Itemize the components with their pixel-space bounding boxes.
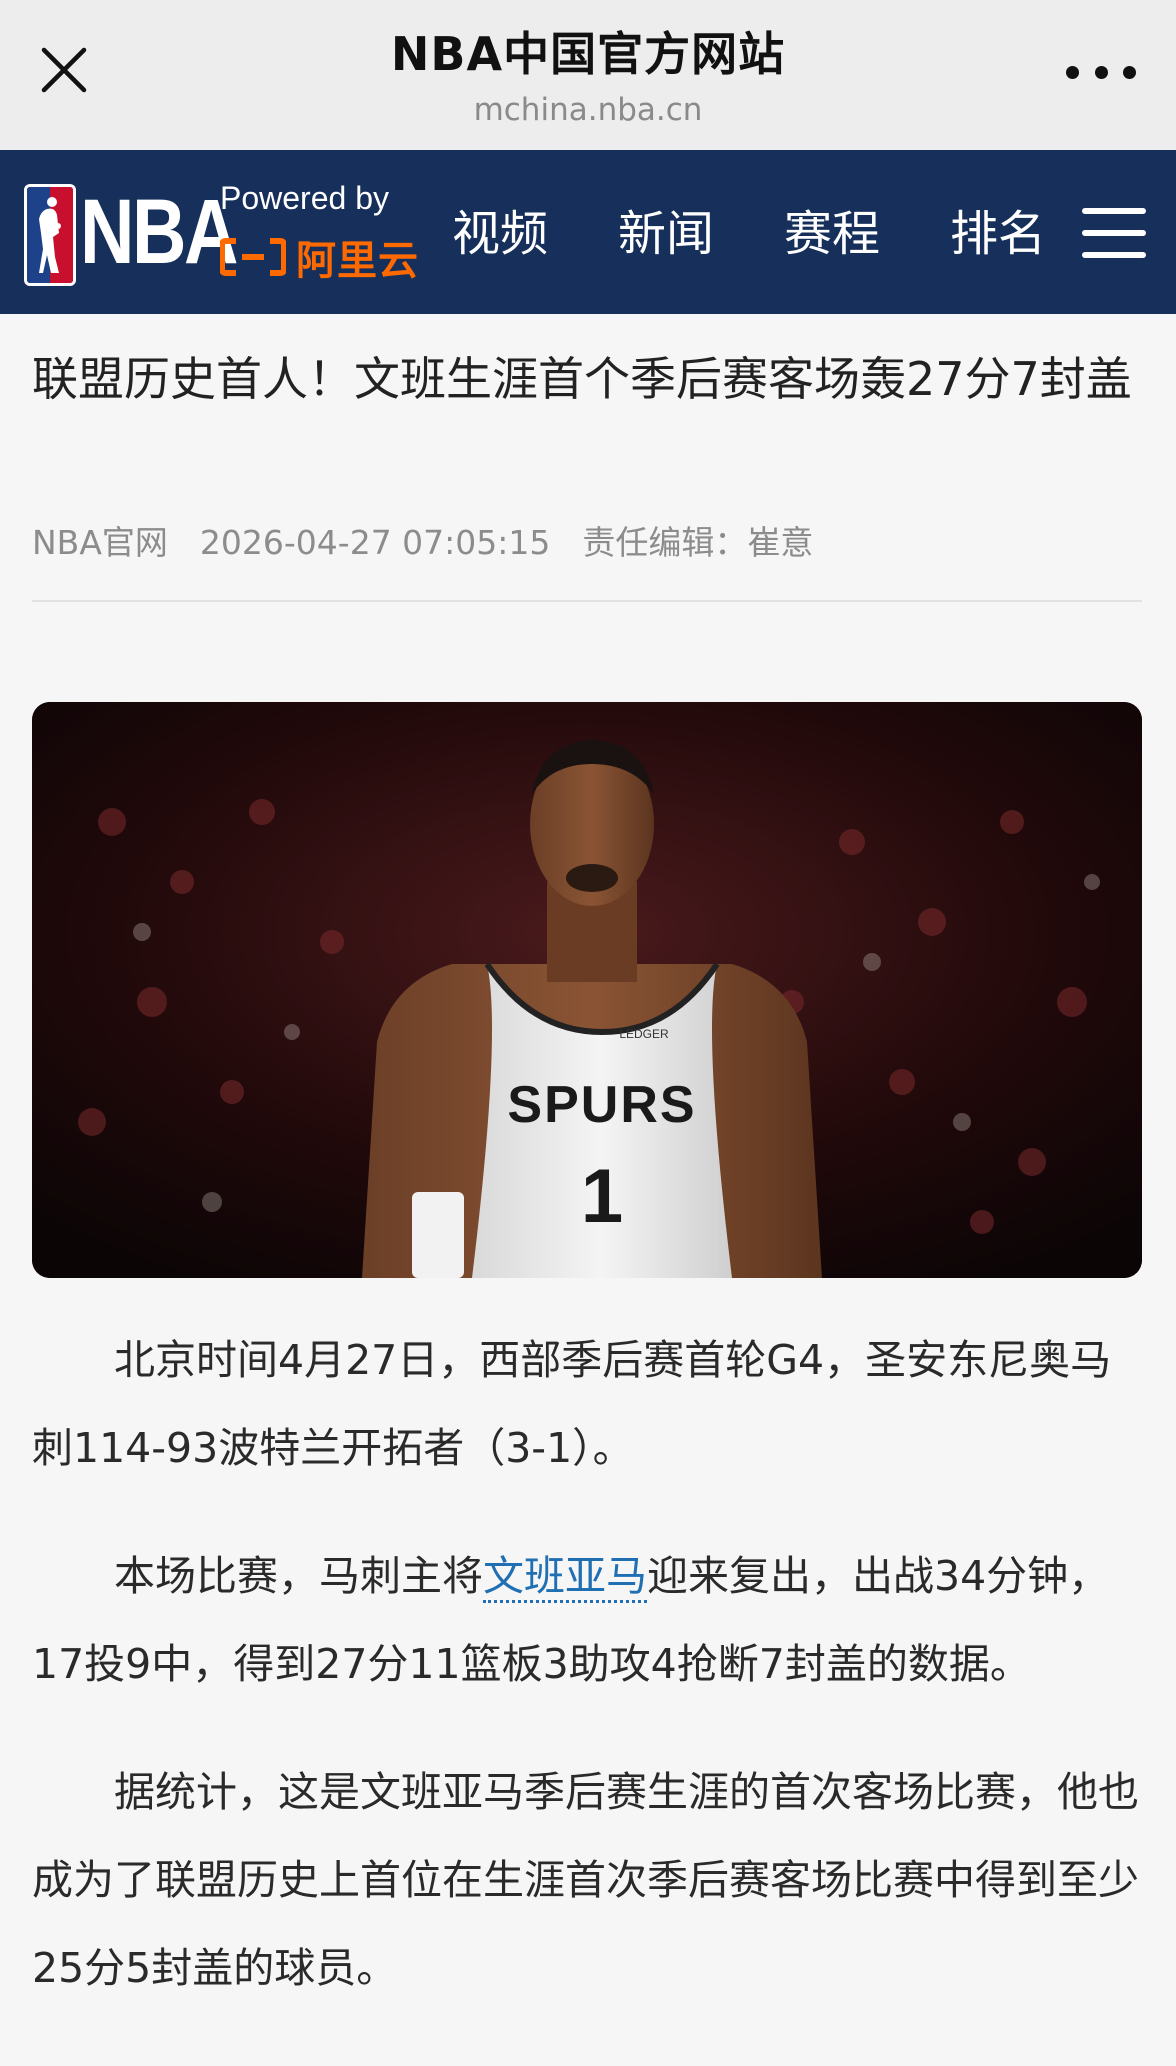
paragraph-2-before: 本场比赛，马刺主将 [114,1552,483,1600]
nav-item-schedule[interactable]: 赛程 [784,204,880,264]
sponsor-logo: 阿里云 [219,228,419,286]
page-title: NBA中国官方网站 [390,27,786,81]
aliyun-icon [219,237,287,277]
article-meta: NBA官网 2026-04-27 07:05:15 责任编辑：崔意 [32,516,845,564]
logo-silhouette [39,197,61,273]
paragraph-1: 北京时间4月27日，西部季后赛首轮G4，圣安东尼奥马刺114-93波特兰开拓者（… [32,1336,1112,1472]
main-nav: 视频 新闻 赛程 排名 [452,204,1116,264]
site-header: NBA Powered by 阿里云 视频 新闻 赛程 排名 [0,150,1176,314]
nba-wordmark[interactable]: NBA [80,180,239,284]
paragraph-2: 本场比赛，马刺主将文班亚马迎来复出，出战34分钟，17投9中，得到27分11篮板… [32,1532,1142,1708]
browser-top-bar: NBA中国官方网站 mchina.nba.cn [0,0,1176,150]
dot [1123,65,1136,79]
article-datetime: 2026-04-27 07:05:15 [199,523,551,562]
menu-bar [1082,230,1146,236]
nav-item-standings[interactable]: 排名 [950,204,1046,264]
article-source: NBA官网 [32,523,168,562]
page-url: mchina.nba.cn [473,92,703,128]
dot [1066,65,1079,79]
paragraph-3: 据统计，这是文班亚马季后赛生涯的首次客场比赛，他也成为了联盟历史上首位在生涯首次… [32,1768,1139,1992]
hamburger-menu-icon[interactable] [1082,208,1146,258]
sponsor-name: 阿里云 [296,238,419,284]
jersey-text: SPURS [507,1076,696,1134]
player-photo-illustration: SPURS 1 LEDGER [32,702,1142,1278]
divider [32,600,1142,602]
jersey-patch: LEDGER [619,1027,669,1041]
menu-bar [1082,252,1146,258]
article-photo[interactable]: SPURS 1 LEDGER [32,702,1142,1278]
article-editor: 责任编辑：崔意 [582,523,814,562]
jersey-number: 1 [581,1154,623,1239]
player-link-wembanyama[interactable]: 文班亚马 [483,1552,647,1603]
menu-bar [1082,208,1146,214]
more-icon[interactable] [1066,52,1136,92]
dot [1094,65,1108,79]
nav-item-news[interactable]: 新闻 [618,204,714,264]
powered-by-label: Powered by [220,180,389,216]
article-title: 联盟历史首人！文班生涯首个季后赛客场轰27分7封盖 [32,352,1132,406]
nba-logo-icon[interactable] [24,184,76,286]
nav-item-video[interactable]: 视频 [452,204,548,264]
